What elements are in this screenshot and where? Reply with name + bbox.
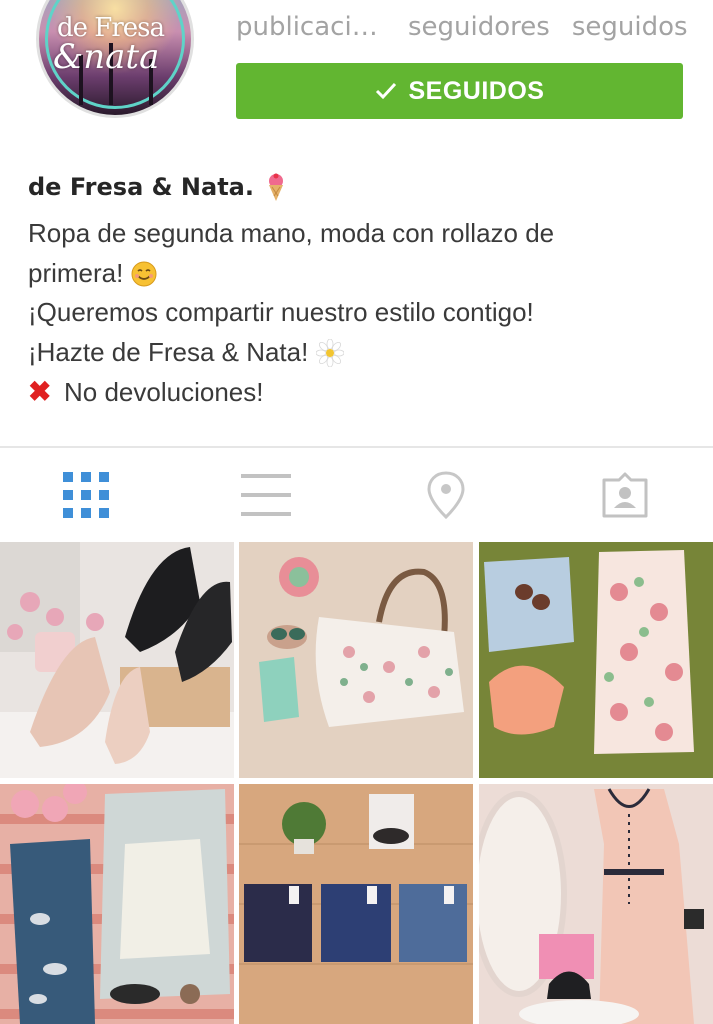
profile-avatar[interactable]: de Fresa &nata: [36, 0, 194, 118]
posts-grid: [0, 542, 713, 1024]
profile-stats: publicacio... seguidores seguidos: [236, 12, 688, 42]
post-thumbnail[interactable]: [479, 784, 713, 1024]
bio-line: primera!: [28, 254, 688, 294]
profile-name-text: de Fresa & Nata.: [28, 173, 254, 201]
profile-view-tabs: [0, 448, 713, 542]
smiling-face-icon: [131, 261, 157, 286]
post-photo-dress-mirror: [479, 784, 713, 1024]
profile-bio: Ropa de segunda mano, moda con rollazo d…: [28, 214, 688, 413]
avatar-logo-line-2: &nata: [53, 37, 160, 77]
posts-count-label[interactable]: publicacio...: [236, 12, 386, 42]
grid-icon: [63, 472, 109, 518]
post-thumbnail[interactable]: [479, 542, 713, 778]
followers-label[interactable]: seguidores: [408, 12, 550, 42]
list-icon: [241, 474, 291, 516]
post-photo-three-jeans: [239, 784, 473, 1024]
post-thumbnail[interactable]: [239, 542, 473, 778]
tagged-person-icon: [602, 472, 648, 518]
following-button[interactable]: SEGUIDOS: [236, 63, 683, 119]
profile-name: de Fresa & Nata.: [28, 172, 288, 202]
cross-mark-icon: ✖: [28, 376, 52, 407]
daisy-icon: [315, 338, 344, 367]
post-thumbnail[interactable]: [0, 542, 234, 778]
tab-map-view[interactable]: [386, 448, 506, 542]
location-pin-icon: [427, 471, 465, 519]
bio-line: Ropa de segunda mano, moda con rollazo d…: [28, 218, 555, 248]
tab-list-view[interactable]: [206, 448, 326, 542]
checkmark-icon: [375, 82, 396, 100]
ice-cream-icon: [268, 173, 283, 201]
post-photo-dress: [479, 542, 713, 778]
post-thumbnail[interactable]: [239, 784, 473, 1024]
bio-line: ✖ No devoluciones!: [28, 372, 688, 413]
following-button-label: SEGUIDOS: [408, 76, 545, 105]
bio-line: ¡Queremos compartir nuestro estilo conti…: [28, 297, 534, 327]
tab-grid-view[interactable]: [26, 448, 146, 542]
post-photo-jeans-sweater: [0, 784, 234, 1024]
post-thumbnail[interactable]: [0, 784, 234, 1024]
post-photo-bag: [239, 542, 473, 778]
post-photo-shoes: [0, 542, 234, 778]
tab-tagged-photos[interactable]: [565, 448, 685, 542]
bio-line: ¡Hazte de Fresa & Nata!: [28, 333, 688, 373]
following-label[interactable]: seguidos: [572, 12, 688, 42]
